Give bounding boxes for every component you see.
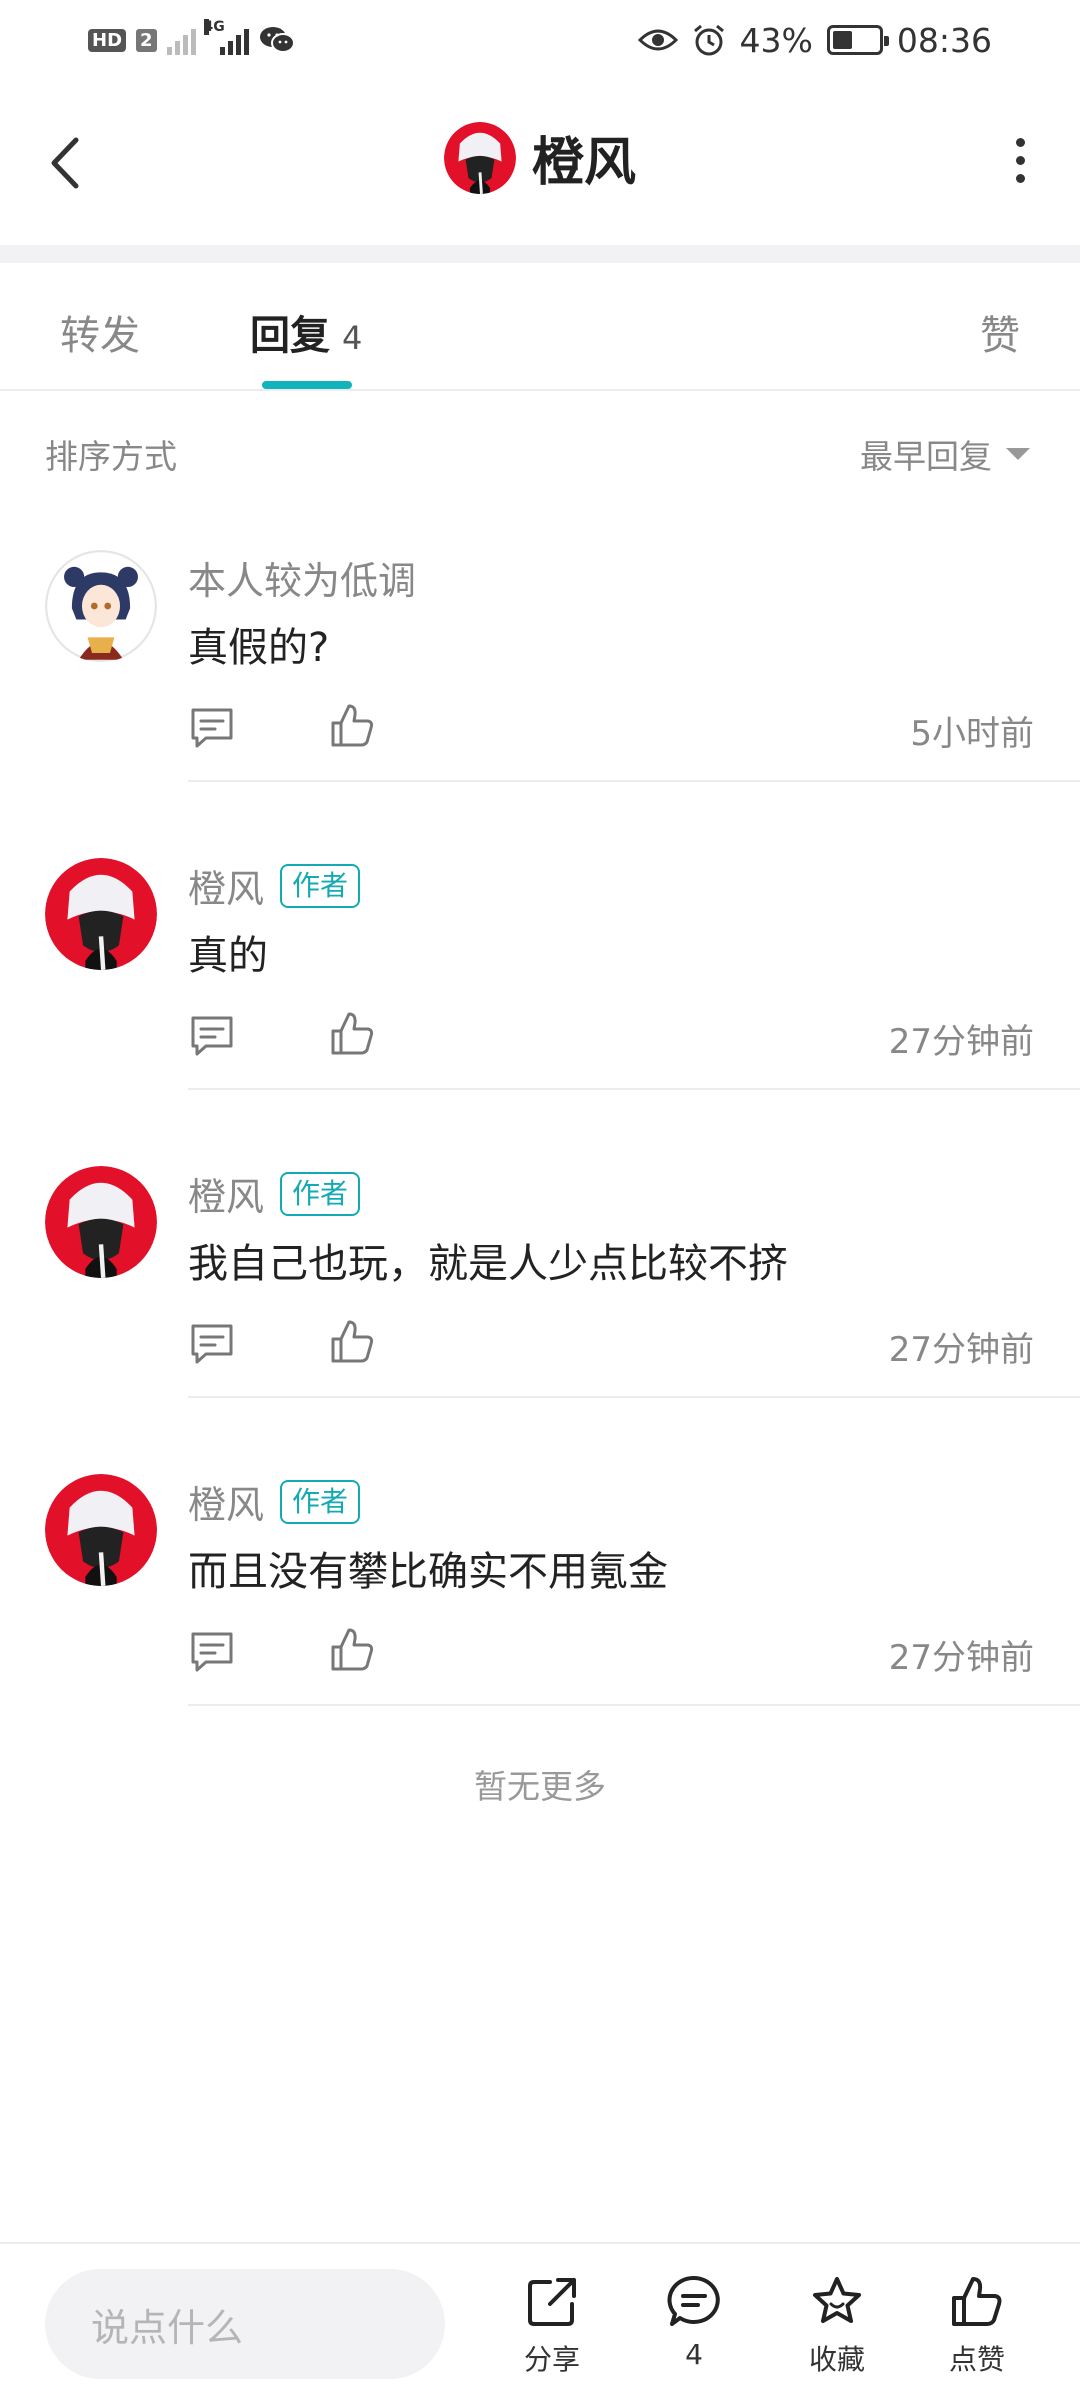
avatar[interactable] (45, 1166, 157, 1278)
caret-down-icon (1006, 448, 1030, 460)
thumbs-up-icon[interactable] (328, 702, 376, 750)
tab-reply[interactable]: 回复 4 (250, 303, 362, 361)
comment-text: 真假的? (188, 625, 330, 671)
more-dot-icon (1015, 155, 1025, 165)
more-dot-icon (1015, 137, 1025, 147)
comment-time: 27分钟前 (888, 1022, 1034, 1062)
thumbs-up-icon[interactable] (328, 1626, 376, 1674)
alarm-icon (693, 24, 724, 56)
comments-button[interactable]: 4 (639, 2274, 749, 2394)
comment-text: 而且没有攀比确实不用氪金 (188, 1549, 668, 1595)
sort-row: 排序方式 最早回复 (0, 420, 1080, 490)
bottom-action-bar: 说点什么 分享 4 收藏 点赞 (0, 2242, 1080, 2400)
tab-like[interactable]: 赞 (980, 303, 1020, 361)
tab-reply-label: 回复 (250, 313, 330, 359)
avatar[interactable] (443, 121, 516, 194)
author-name: 橙风 (188, 1175, 265, 1219)
comment-actions: 5小时前 (188, 700, 1034, 760)
comment-item: 橙风 作者 我自己也玩，就是人少点比较不挤 27分钟前 (0, 1166, 1080, 1474)
more-options-button[interactable] (990, 130, 1050, 190)
status-right: 43% 08:36 (637, 18, 992, 62)
comment-time: 27分钟前 (888, 1330, 1034, 1370)
author-badge: 作者 (280, 863, 361, 908)
comment-author[interactable]: 本人较为低调 (188, 550, 416, 605)
avatar[interactable] (45, 1474, 157, 1586)
no-more-text: 暂无更多 (474, 1767, 606, 1806)
comment-bubble-icon (667, 2275, 720, 2326)
author-name: 橙风 (188, 1483, 265, 1527)
share-icon (528, 2278, 576, 2326)
hd-indicator: HD (88, 28, 127, 52)
battery-percent: 43% (739, 20, 813, 60)
comment-author[interactable]: 橙风 作者 (188, 1166, 361, 1221)
share-label: 分享 (523, 2343, 580, 2376)
page-title: 橙风 (531, 133, 636, 193)
comment-text: 真的 (188, 933, 268, 979)
comment-item: 本人较为低调 真假的? 5小时前 (0, 550, 1080, 858)
battery-level (832, 31, 852, 49)
tab-forward[interactable]: 转发 (60, 303, 140, 361)
favorite-label: 收藏 (808, 2343, 865, 2376)
wechat-icon (259, 27, 295, 53)
reply-icon[interactable] (188, 1628, 236, 1676)
thumbs-up-icon (952, 2277, 1002, 2326)
tab-bar: 转发 回复 4 赞 (0, 263, 1080, 391)
hd-sim-number: 2 (136, 28, 157, 52)
header-center: 橙风 (0, 120, 1080, 195)
like-label: 点赞 (948, 2343, 1005, 2376)
signal-icon-sim2: 4G (203, 19, 249, 55)
comment-time: 27分钟前 (888, 1638, 1034, 1678)
eye-icon (637, 29, 678, 51)
avatar[interactable] (45, 550, 157, 662)
battery-icon (826, 25, 889, 55)
share-button[interactable]: 分享 (497, 2274, 607, 2394)
favorite-button[interactable]: 收藏 (782, 2274, 892, 2394)
top-app-bar: 橙风 (0, 90, 1080, 235)
comment-author[interactable]: 橙风 作者 (188, 858, 361, 913)
comment-author[interactable]: 橙风 作者 (188, 1474, 361, 1529)
thumbs-up-icon[interactable] (328, 1318, 376, 1366)
author-badge: 作者 (280, 1479, 361, 1524)
sort-value: 最早回复 (860, 437, 992, 476)
tab-reply-count: 4 (342, 319, 363, 357)
status-bar: HD 2 4G 43% 08:36 (0, 0, 1080, 80)
avatar[interactable] (45, 858, 157, 970)
reply-icon[interactable] (188, 1012, 236, 1060)
comment-divider (188, 1396, 1080, 1398)
sort-dropdown[interactable]: 最早回复 (860, 430, 1030, 478)
author-badge: 作者 (280, 1171, 361, 1216)
status-left: HD 2 4G (88, 19, 295, 60)
reply-icon[interactable] (188, 1320, 236, 1368)
sort-label: 排序方式 (45, 437, 177, 476)
comment-item: 橙风 作者 真的 27分钟前 (0, 858, 1080, 1166)
status-time: 08:36 (896, 20, 992, 60)
comment-divider (188, 1704, 1080, 1706)
more-dot-icon (1015, 173, 1025, 183)
thumbs-up-icon[interactable] (328, 1010, 376, 1058)
signal-icon-sim1 (166, 25, 196, 55)
author-name: 本人较为低调 (188, 559, 417, 603)
comment-input[interactable]: 说点什么 (45, 2269, 445, 2379)
comment-item: 橙风 作者 而且没有攀比确实不用氪金 27分钟前 (0, 1474, 1080, 1782)
tab-active-indicator (262, 381, 352, 389)
reply-icon[interactable] (188, 704, 236, 752)
author-name: 橙风 (188, 867, 265, 911)
comment-actions: 27分钟前 (188, 1008, 1034, 1068)
comment-divider (188, 1088, 1080, 1090)
comment-actions: 27分钟前 (188, 1624, 1034, 1684)
comment-time: 5小时前 (910, 714, 1034, 754)
section-separator (0, 245, 1080, 263)
comment-divider (188, 780, 1080, 782)
comment-text: 我自己也玩，就是人少点比较不挤 (188, 1241, 788, 1287)
comments-count: 4 (685, 2338, 703, 2371)
comment-actions: 27分钟前 (188, 1316, 1034, 1376)
star-icon (813, 2277, 861, 2323)
like-button[interactable]: 点赞 (922, 2274, 1032, 2394)
